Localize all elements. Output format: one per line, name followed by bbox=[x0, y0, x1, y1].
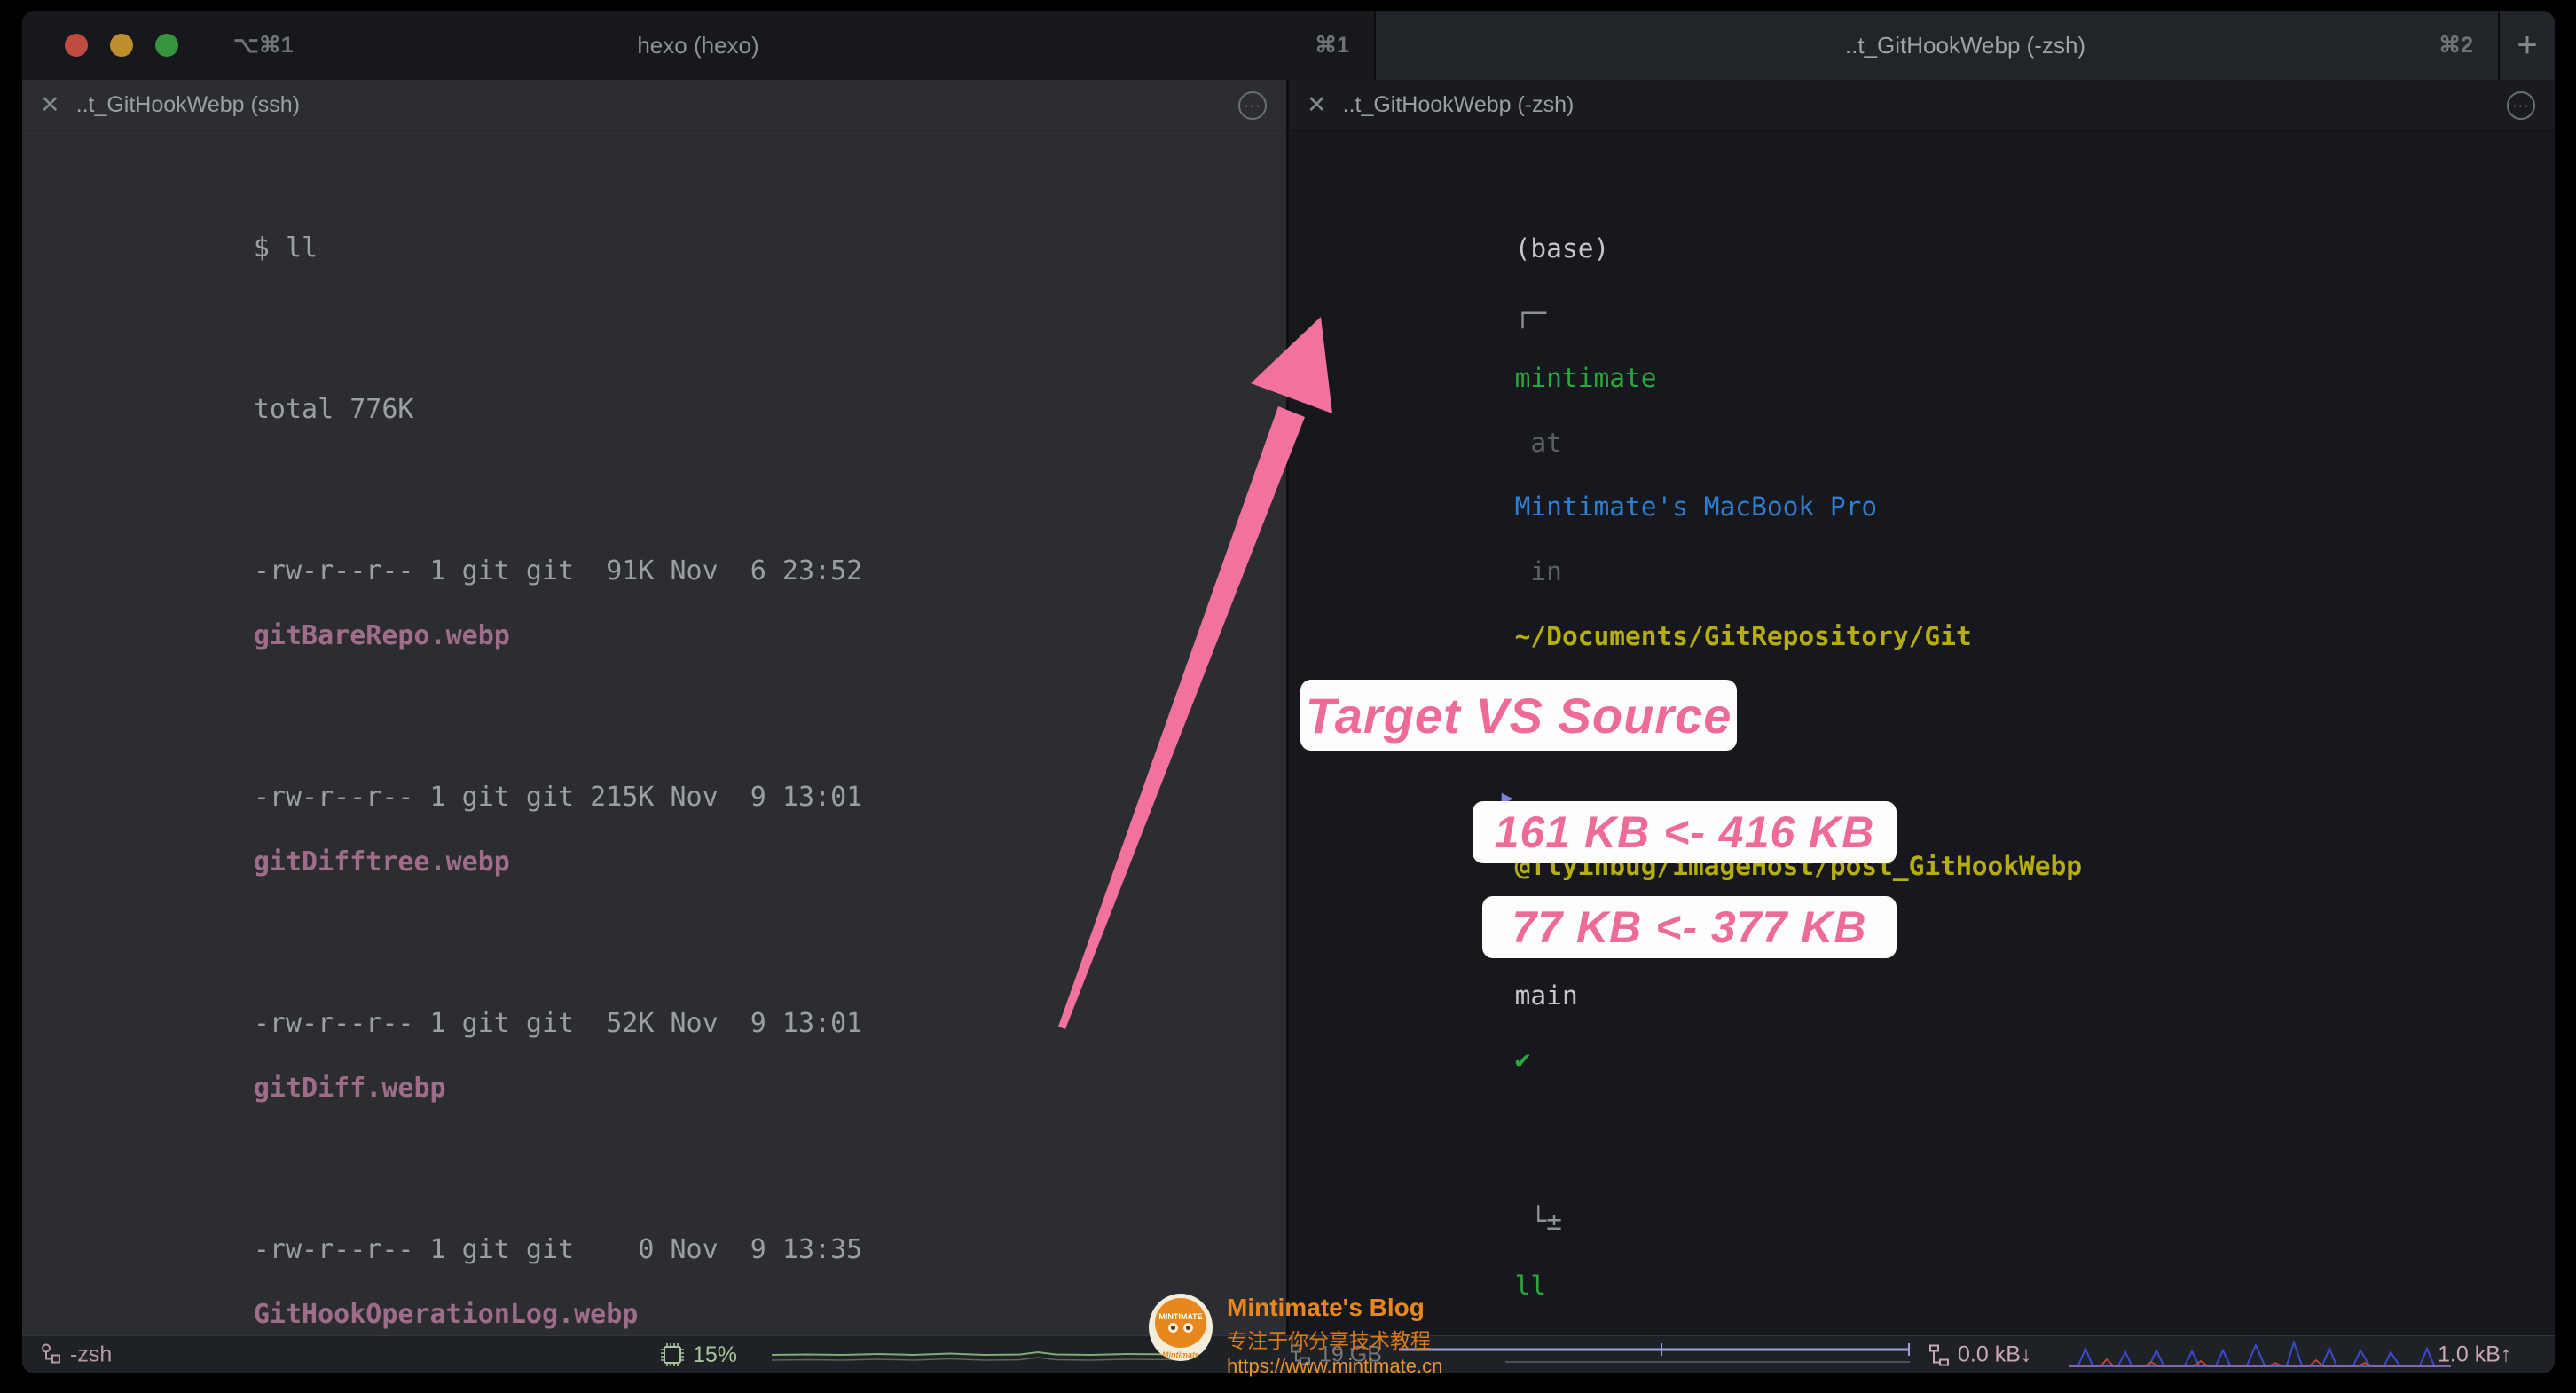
terminal-line: -rw-r--r-- 1 git git 91K Nov 6 23:52 git… bbox=[29, 459, 1286, 685]
terminal-text-segment: in bbox=[1514, 556, 1578, 587]
right-pane-header: ✕ ..t_GitHookWebp (-zsh) ··· bbox=[1289, 80, 2555, 131]
terminal-text-segment: on bbox=[1514, 915, 1578, 946]
terminal-text-segment: ~/Documents/GitRepository/Git bbox=[1514, 621, 1972, 652]
terminal-line: -rw-r--r-- 1 git git 52K Nov 9 13:01 git… bbox=[29, 911, 1286, 1137]
session-indicator: -zsh bbox=[40, 1342, 112, 1368]
watermark-url: https://www.mintimate.cn bbox=[1227, 1355, 1443, 1377]
cpu-chip-icon bbox=[661, 1343, 684, 1366]
right-pane-title: ..t_GitHookWebp (-zsh) bbox=[1342, 92, 1575, 117]
logo-script: Mintimate bbox=[1161, 1350, 1199, 1359]
logo-text: MINTIMATE bbox=[1158, 1312, 1203, 1321]
terminal-text-segment: @flyinbug/imageHost/post_GitHookWebp bbox=[1514, 850, 2083, 881]
network-up-indicator: 1.0 kB↑ bbox=[2438, 1342, 2511, 1368]
terminal-text-segment: $ ll bbox=[253, 232, 318, 264]
mintimate-logo: MINTIMATE Mintimate bbox=[1149, 1294, 1213, 1361]
right-terminal-content[interactable]: (base) ┌─ mintimate at Mintimate's MacBo… bbox=[1289, 131, 2555, 1335]
watermark-title: Mintimate's Blog bbox=[1227, 1294, 1425, 1321]
terminal-line: total 776K bbox=[29, 297, 1286, 459]
network-graph bbox=[2069, 1340, 2451, 1367]
session-name: -zsh bbox=[70, 1342, 113, 1367]
terminal-text-segment: -rw-r--r-- 1 git git 215K Nov 9 13:01 bbox=[253, 782, 879, 814]
terminal-window: ⌥⌘1 hexo (hexo) ⌘1 ..t_GitHookWebp (-zsh… bbox=[22, 11, 2555, 1373]
terminal-line: $ ll bbox=[29, 136, 1286, 297]
terminal-text-segment: at bbox=[1514, 427, 1578, 458]
terminal-text-segment: ll bbox=[1514, 1271, 1547, 1302]
close-pane-icon[interactable]: ✕ bbox=[40, 91, 60, 119]
network-down-indicator: 0.0 kB↓ bbox=[1928, 1342, 2031, 1368]
traffic-lights bbox=[65, 34, 178, 57]
tab2-shortcut: ⌘2 bbox=[2439, 33, 2473, 58]
close-window-button[interactable] bbox=[65, 34, 88, 57]
minimize-window-button[interactable] bbox=[110, 34, 133, 57]
memory-graph bbox=[1399, 1343, 1910, 1363]
left-pane-title: ..t_GitHookWebp (ssh) bbox=[75, 92, 301, 117]
close-pane-icon[interactable]: ✕ bbox=[1307, 91, 1327, 119]
network-icon bbox=[1929, 1344, 1949, 1365]
zoom-window-button[interactable] bbox=[155, 34, 178, 57]
terminal-line: ▶ @flyinbug/imageHost/post_GitHookWebp o… bbox=[1501, 787, 2083, 1075]
network-up-rate: 1.0 kB↑ bbox=[2438, 1342, 2512, 1367]
tab1-shortcut-alt: ⌥⌘1 bbox=[233, 33, 294, 58]
right-pane-zsh: ✕ ..t_GitHookWebp (-zsh) ··· (base) ┌─ m… bbox=[1286, 80, 2555, 1335]
left-pane-ssh: ✕ ..t_GitHookWebp (ssh) ··· $ ll total 7… bbox=[22, 80, 1286, 1335]
terminal-text-segment: ✔ bbox=[1514, 1044, 1531, 1075]
left-terminal-content[interactable]: $ ll total 776K -rw-r--r-- 1 git git 91K… bbox=[22, 131, 1286, 1335]
session-tree-icon bbox=[42, 1343, 60, 1363]
terminal-text-segment: ┌─ bbox=[1514, 298, 1547, 329]
terminal-text-segment: gitDifftree.webp bbox=[253, 846, 510, 878]
pane-menu-icon[interactable]: ··· bbox=[1238, 91, 1267, 120]
terminal-text-segment: main bbox=[1514, 980, 1578, 1011]
tab2-title: ..t_GitHookWebp (-zsh) bbox=[1844, 31, 2086, 59]
terminal-text-segment: GitHookOperationLog.webp bbox=[253, 1298, 639, 1330]
terminal-text-segment: -rw-r--r-- 1 git git 0 Nov 9 13:35 bbox=[253, 1233, 879, 1265]
window-tab-bar: ⌥⌘1 hexo (hexo) ⌘1 ..t_GitHookWebp (-zsh… bbox=[22, 11, 2555, 80]
terminal-line: (base) ┌─ mintimate at Mintimate's MacBo… bbox=[1294, 136, 2555, 685]
cpu-sparkline bbox=[772, 1350, 1189, 1361]
left-pane-header: ✕ ..t_GitHookWebp (ssh) ··· bbox=[22, 80, 1286, 131]
terminal-text-segment: └± bbox=[1514, 1206, 1578, 1237]
terminal-line: -rw-r--r-- 1 git git 215K Nov 9 13:01 gi… bbox=[29, 685, 1286, 911]
tab1-shortcut: ⌘1 bbox=[1315, 33, 1349, 58]
terminal-text-segment: mintimate bbox=[1514, 362, 1657, 393]
network-down-rate: 0.0 kB↓ bbox=[1958, 1342, 2032, 1367]
terminal-text-segment: gitDiff.webp bbox=[253, 1072, 446, 1104]
owl-eyes-icon bbox=[1149, 1323, 1213, 1333]
pane-menu-icon[interactable]: ··· bbox=[2507, 91, 2535, 120]
tab-hexo[interactable]: ⌥⌘1 hexo (hexo) ⌘1 bbox=[22, 11, 1376, 80]
cpu-indicator: 15% bbox=[659, 1342, 737, 1368]
terminal-text-segment: (base) bbox=[1514, 233, 1625, 264]
cpu-usage: 15% bbox=[693, 1342, 738, 1367]
terminal-text-segment: -rw-r--r-- 1 git git 52K Nov 9 13:01 bbox=[253, 1007, 879, 1039]
terminal-text-segment: gitBareRepo.webp bbox=[253, 620, 510, 652]
watermark-subtitle: 专注于你分享技术教程 bbox=[1227, 1329, 1431, 1352]
terminal-text-segment: -rw-r--r-- 1 git git 91K Nov 6 23:52 bbox=[253, 555, 879, 587]
tab-githookwebp[interactable]: ..t_GitHookWebp (-zsh) ⌘2 + bbox=[1376, 11, 2555, 80]
terminal-text-segment: total 776K bbox=[253, 394, 414, 426]
new-tab-button[interactable]: + bbox=[2498, 11, 2555, 80]
tab1-title: hexo (hexo) bbox=[637, 31, 759, 59]
terminal-line: └± ll bbox=[1294, 1108, 2555, 1334]
blog-watermark: MINTIMATE Mintimate Mintimate's Blog 专注于… bbox=[1149, 1294, 1442, 1378]
terminal-text-segment: Mintimate's MacBook Pro bbox=[1514, 492, 1878, 523]
terminal-line: -rw-r--r-- 1 git git 0 Nov 9 13:35 GitHo… bbox=[29, 1137, 1286, 1335]
split-panes: ✕ ..t_GitHookWebp (ssh) ··· $ ll total 7… bbox=[22, 80, 2555, 1335]
